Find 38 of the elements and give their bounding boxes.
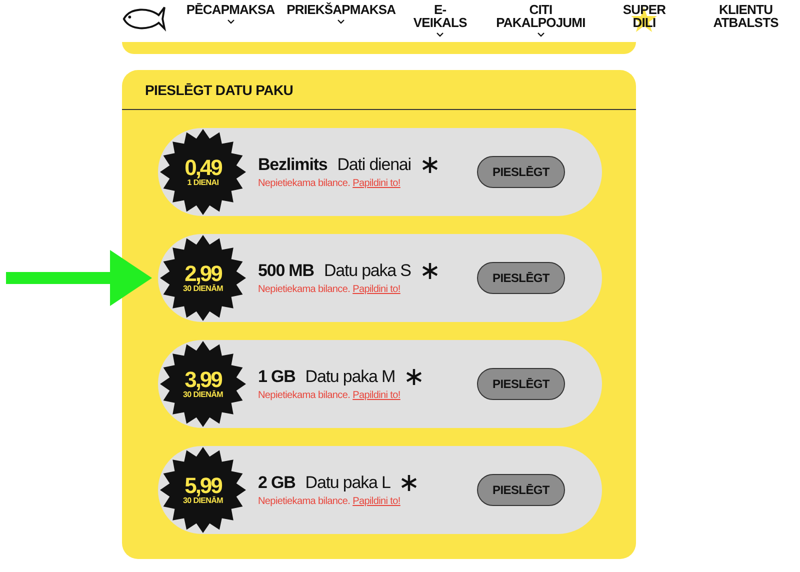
package-name: Datu paka S	[324, 261, 411, 281]
connect-button[interactable]: PIESLĒGT	[477, 156, 565, 188]
package-size: 500 MB	[258, 261, 314, 281]
connect-button[interactable]: PIESLĒGT	[477, 262, 565, 294]
asterisk-icon	[420, 156, 439, 174]
balance-note: Nepietiekama bilance. Papildini to!	[258, 496, 402, 507]
asterisk-icon	[420, 262, 439, 280]
card-title: PIESLĒGT DATU PAKU	[145, 82, 294, 98]
top-up-link[interactable]: Papildini to!	[352, 496, 400, 507]
asterisk-icon	[400, 474, 418, 492]
nav-link[interactable]: PRIEKŠAPMAKSA	[286, 3, 396, 16]
nav-link[interactable]: KLIENTU ATBALSTS	[713, 3, 778, 29]
price: 0,49	[184, 158, 222, 178]
package-size: 1 GB	[258, 367, 296, 387]
package-name: Datu paka M	[305, 367, 396, 387]
top-up-link[interactable]: Papildini to!	[352, 178, 400, 189]
nav-link[interactable]: CITI PAKALPOJUMI	[496, 3, 586, 29]
package-size: Bezlimits	[258, 155, 328, 175]
period: 30 DIENĀM	[183, 390, 223, 398]
package-name: Dati dienai	[337, 155, 411, 175]
top-up-link[interactable]: Papildini to!	[352, 284, 400, 295]
price: 2,99	[184, 264, 222, 284]
top-up-link[interactable]: Papildini to!	[352, 390, 400, 401]
package-size: 2 GB	[258, 473, 296, 493]
balance-note: Nepietiekama bilance. Papildini to!	[258, 284, 402, 295]
period: 30 DIENĀM	[183, 496, 223, 504]
connect-button[interactable]: PIESLĒGT	[477, 474, 565, 506]
balance-note: Nepietiekama bilance. Papildini to!	[258, 178, 402, 189]
period: 30 DIENĀM	[183, 284, 223, 292]
nav-link[interactable]: E- VEIKALS	[413, 3, 467, 29]
nav-link[interactable]: PĒCAPMAKSA	[186, 3, 275, 16]
period: 1 DIENAI	[187, 178, 219, 186]
price: 5,99	[184, 476, 222, 496]
connect-button[interactable]: PIESLĒGT	[477, 368, 565, 400]
package-name: Datu paka L	[305, 473, 390, 493]
balance-note: Nepietiekama bilance. Papildini to!	[258, 390, 402, 401]
price: 3,99	[184, 370, 222, 390]
asterisk-icon	[405, 368, 424, 386]
